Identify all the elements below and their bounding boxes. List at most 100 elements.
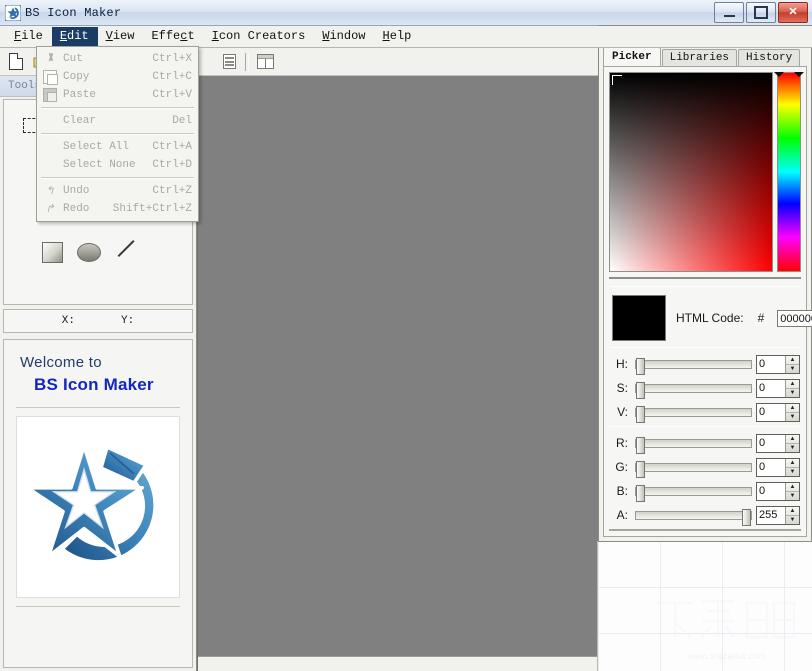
close-button[interactable]: ✕ [778, 2, 808, 23]
red-label: R: [610, 436, 631, 450]
list-view-button[interactable] [217, 50, 241, 74]
menu-item-redo[interactable]: ↱ Redo Shift+Ctrl+Z [37, 200, 198, 218]
html-code-input[interactable]: 000000 [777, 310, 812, 327]
hue-spinner[interactable]: 0 ▲▼ [756, 355, 800, 374]
colors-dock-panel: Colors Picker Libraries History HTML Cod… [598, 25, 812, 542]
menu-item-select-none-label: Select None [63, 159, 152, 171]
menu-item-undo[interactable]: ↰ Undo Ctrl+Z [37, 182, 198, 200]
minimize-button[interactable] [714, 2, 744, 23]
ellipse-tool[interactable] [74, 237, 104, 267]
sv-cursor-handle[interactable] [612, 75, 622, 85]
tab-libraries[interactable]: Libraries [662, 49, 737, 66]
colors-footer-strip [609, 529, 801, 531]
value-slider-thumb[interactable] [636, 406, 645, 423]
menu-item-select-all-accel: Ctrl+A [152, 141, 192, 153]
green-slider-thumb[interactable] [636, 461, 645, 478]
document-icon [9, 53, 23, 70]
menu-bar: File Edit View Effect Icon Creators Wind… [0, 26, 812, 48]
hue-spinner-arrows[interactable]: ▲▼ [785, 356, 799, 373]
menu-item-cut[interactable]: Cut Ctrl+X [37, 50, 198, 68]
slider-row-a: A: 255 ▲▼ [610, 503, 800, 527]
menu-item-copy-accel: Ctrl+C [152, 71, 192, 83]
blue-slider[interactable] [635, 487, 752, 496]
menu-item-cut-label: Cut [63, 53, 152, 65]
welcome-panel: Welcome to BS Icon Maker [3, 339, 193, 668]
menu-effect[interactable]: Effect [143, 27, 203, 46]
menu-item-select-all[interactable]: Select All Ctrl+A [37, 138, 198, 156]
coordinate-bar: X: Y: [3, 309, 193, 333]
menu-item-paste-accel: Ctrl+V [152, 89, 192, 101]
list-icon [223, 54, 236, 69]
hue-slider-thumb[interactable] [636, 358, 645, 375]
alpha-spinner[interactable]: 255 ▲▼ [756, 506, 800, 525]
value-spinner-arrows[interactable]: ▲▼ [785, 404, 799, 421]
divider-between-hsv-rgb [610, 426, 800, 427]
menu-help[interactable]: Help [375, 27, 421, 46]
tab-history[interactable]: History [738, 49, 800, 66]
menu-item-copy[interactable]: Copy Ctrl+C [37, 68, 198, 86]
menu-item-paste[interactable]: Paste Ctrl+V [37, 86, 198, 104]
menu-edit[interactable]: Edit [52, 27, 98, 46]
desktop-grid-area [597, 541, 812, 671]
menu-item-select-all-label: Select All [63, 141, 152, 153]
saturation-slider[interactable] [635, 384, 752, 393]
tile-windows-button[interactable] [253, 50, 277, 74]
saturation-spinner-arrows[interactable]: ▲▼ [785, 380, 799, 397]
menu-item-select-none[interactable]: Select None Ctrl+D [37, 156, 198, 174]
window-title: BS Icon Maker [25, 6, 121, 20]
slider-row-r: R: 0 ▲▼ [610, 431, 800, 455]
menu-window[interactable]: Window [314, 27, 374, 46]
green-slider[interactable] [635, 463, 752, 472]
undo-icon: ↰ [37, 186, 63, 197]
maximize-button[interactable] [746, 2, 776, 23]
title-bar: BS Icon Maker ✕ [0, 0, 812, 26]
line-tool[interactable] [112, 235, 142, 265]
blue-spinner[interactable]: 0 ▲▼ [756, 482, 800, 501]
menu-view[interactable]: View [98, 27, 144, 46]
menu-file[interactable]: File [6, 27, 52, 46]
welcome-divider-top [16, 407, 180, 408]
menu-item-redo-label: Redo [63, 203, 113, 215]
welcome-logo-box [16, 416, 180, 598]
red-slider[interactable] [635, 439, 752, 448]
red-value: 0 [757, 435, 785, 452]
red-slider-thumb[interactable] [636, 437, 645, 454]
colors-tab-strip: Picker Libraries History [599, 47, 811, 66]
current-color-swatch[interactable] [612, 295, 666, 341]
hue-label: H: [610, 357, 631, 371]
blue-slider-thumb[interactable] [636, 485, 645, 502]
value-slider[interactable] [635, 408, 752, 417]
window-tile-icon [257, 54, 274, 69]
saturation-spinner[interactable]: 0 ▲▼ [756, 379, 800, 398]
blue-spinner-arrows[interactable]: ▲▼ [785, 483, 799, 500]
red-spinner-arrows[interactable]: ▲▼ [785, 435, 799, 452]
green-spinner-arrows[interactable]: ▲▼ [785, 459, 799, 476]
hue-slider-strip[interactable] [777, 72, 801, 272]
close-icon: ✕ [788, 7, 797, 18]
menu-icon-creators[interactable]: Icon Creators [204, 27, 315, 46]
tab-picker[interactable]: Picker [603, 47, 661, 66]
slider-row-b: B: 0 ▲▼ [610, 479, 800, 503]
ellipse-icon [77, 243, 101, 262]
saturation-slider-thumb[interactable] [636, 382, 645, 399]
menu-separator-1 [41, 107, 194, 109]
alpha-slider-thumb[interactable] [742, 509, 751, 526]
rectangle-tool[interactable] [37, 237, 67, 267]
red-spinner[interactable]: 0 ▲▼ [756, 434, 800, 453]
picker-tab-content: HTML Code: # 000000 H: 0 ▲▼ S: [603, 66, 807, 537]
line-icon [117, 240, 137, 260]
value-value: 0 [757, 404, 785, 421]
hsv-slider-group: H: 0 ▲▼ S: 0 ▲▼ V: [604, 350, 806, 424]
alpha-checker-strip[interactable] [609, 277, 801, 279]
alpha-spinner-arrows[interactable]: ▲▼ [785, 507, 799, 524]
alpha-slider[interactable] [635, 511, 752, 520]
hue-slider[interactable] [635, 360, 752, 369]
green-spinner[interactable]: 0 ▲▼ [756, 458, 800, 477]
slider-row-h: H: 0 ▲▼ [610, 352, 800, 376]
saturation-value: 0 [757, 380, 785, 397]
value-spinner[interactable]: 0 ▲▼ [756, 403, 800, 422]
saturation-value-field[interactable] [609, 72, 773, 272]
green-value: 0 [757, 459, 785, 476]
menu-item-clear[interactable]: Clear Del [37, 112, 198, 130]
new-document-button[interactable] [4, 50, 28, 74]
